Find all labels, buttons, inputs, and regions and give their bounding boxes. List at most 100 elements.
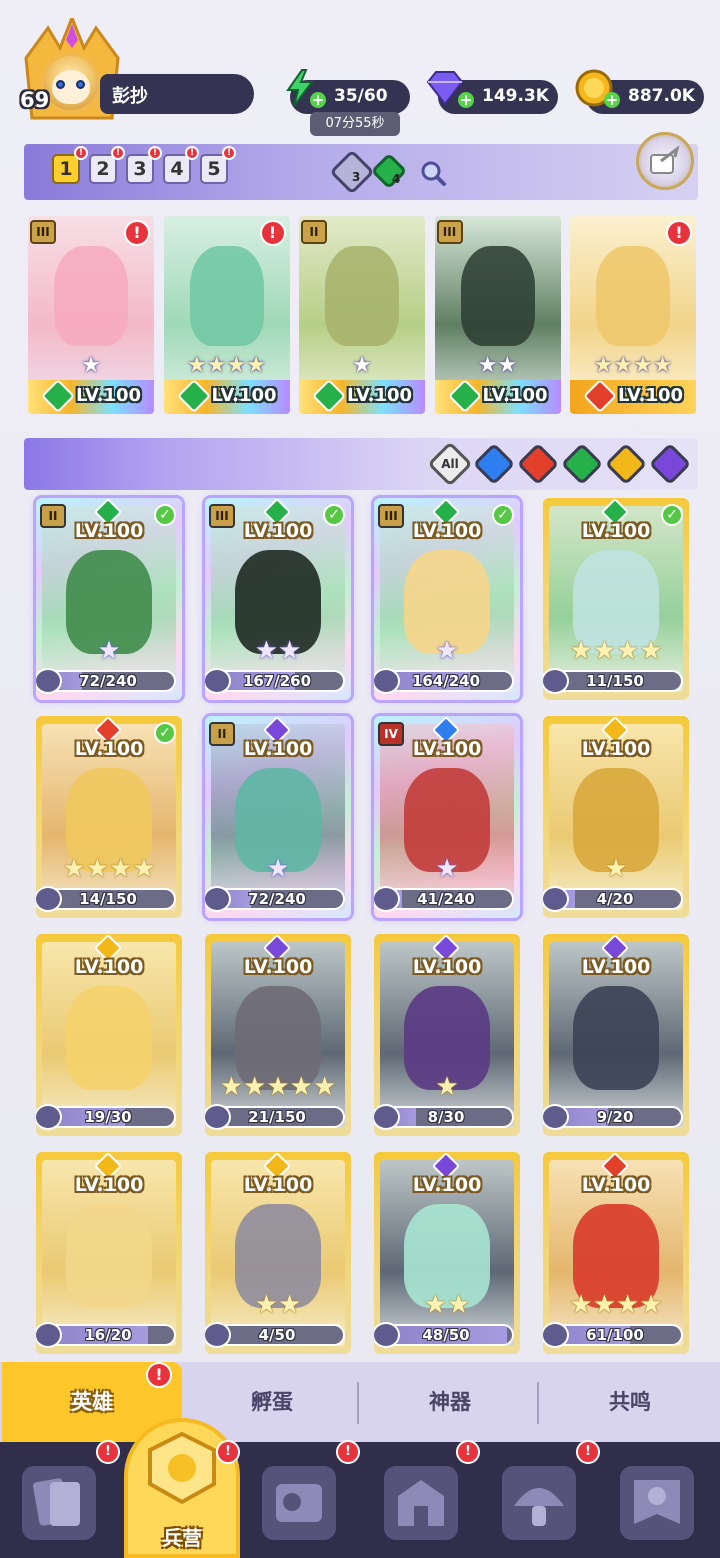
hero-card[interactable]: LV.100 II ★ 72/240 (205, 716, 351, 918)
hero-portrait (189, 246, 264, 346)
team-chip-count: 3 (352, 170, 361, 184)
star-rating: ★ (205, 854, 351, 884)
team-slot-level: LV.100 (618, 385, 684, 406)
star-icon: ★ (109, 854, 133, 884)
hero-level: LV.100 (412, 1174, 482, 1196)
hero-card[interactable]: LV.100 ★ 8/30 (374, 934, 520, 1136)
star-icon: ★ (266, 1072, 290, 1102)
star-icon: ★ (435, 636, 459, 666)
star-rating: ★★★★ (164, 353, 290, 378)
add-gold-button[interactable]: + (604, 92, 620, 108)
hero-card[interactable]: LV.100 III ✓ ★ 164/240 (374, 498, 520, 700)
share-button[interactable] (636, 132, 694, 190)
hero-card[interactable]: LV.100 II ✓ ★ 72/240 (36, 498, 182, 700)
team-slot-level: LV.100 (76, 385, 142, 406)
star-icon: ★ (132, 854, 156, 884)
hero-card[interactable]: LV.100 ★★★★★ 21/150 (205, 934, 351, 1136)
map-icon[interactable] (262, 1466, 336, 1540)
star-icon: ★ (226, 353, 247, 378)
avatar-eye-icon (76, 80, 85, 89)
star-icon: ★ (289, 1072, 313, 1102)
checkmark-icon: ✓ (154, 722, 176, 744)
star-rating: ★★★★ (570, 353, 696, 378)
hero-card[interactable]: LV.100 ★★★★ 61/100 (543, 1152, 689, 1354)
star-icon: ★ (187, 353, 207, 378)
team-slot-level: LV.100 (482, 385, 548, 406)
hero-card[interactable]: LV.100 IV ★ 41/240 (374, 716, 520, 918)
hero-card[interactable]: LV.100 ★★ 48/50 (374, 1152, 520, 1354)
star-icon: ★ (243, 1072, 267, 1102)
tab-resonance[interactable]: 共鸣 (540, 1362, 720, 1442)
star-icon: ★ (616, 636, 640, 666)
hero-card[interactable]: LV.100 19/30 (36, 934, 182, 1136)
alert-icon: ! (456, 1440, 480, 1464)
star-icon: ★ (254, 636, 278, 666)
hero-level: LV.100 (243, 956, 313, 978)
player-level: 69 (20, 88, 50, 112)
player-name: 彭抄 (112, 86, 148, 107)
star-rating: ★★ (374, 1290, 520, 1320)
star-icon: ★ (604, 854, 628, 884)
team-slot[interactable]: LV.100 ★★ III (434, 216, 561, 414)
hero-level: LV.100 (581, 956, 651, 978)
star-icon: ★ (497, 353, 518, 378)
guild-banner-icon[interactable] (620, 1466, 694, 1540)
add-energy-button[interactable]: + (310, 92, 326, 108)
alert-icon: ! (74, 146, 88, 160)
star-rating: ★ (36, 636, 182, 666)
hero-card[interactable]: LV.100 III ✓ ★★ 167/260 (205, 498, 351, 700)
share-icon (650, 145, 680, 174)
hero-card[interactable]: LV.100 ✓ ★★★★ 14/150 (36, 716, 182, 918)
star-icon: ★ (266, 854, 290, 884)
star-rating: ★★ (435, 353, 561, 378)
alert-icon: ! (185, 146, 199, 160)
checkmark-icon: ✓ (154, 504, 176, 526)
rank-badge: IV (378, 722, 404, 746)
alert-icon: ! (124, 220, 150, 246)
rank-badge: III (378, 504, 404, 528)
team-chip-count: 4 (392, 172, 401, 186)
hero-level: LV.100 (581, 1174, 651, 1196)
rank-badge: II (40, 504, 66, 528)
search-icon[interactable] (418, 158, 448, 188)
alert-icon: ! (576, 1440, 600, 1464)
team-slot[interactable]: LV.100 ★ II (299, 216, 425, 414)
star-icon: ★ (477, 353, 498, 378)
star-rating: ★ (543, 854, 689, 884)
star-rating: ★★ (205, 636, 351, 666)
hero-portrait (460, 246, 535, 346)
star-icon: ★ (352, 353, 372, 378)
energy-timer: 07分55秒 (310, 112, 400, 136)
rank-badge: III (209, 504, 235, 528)
divider (357, 1382, 359, 1424)
cards-icon[interactable] (22, 1466, 96, 1540)
mushroom-icon[interactable] (502, 1466, 576, 1540)
hero-card[interactable]: LV.100 16/20 (36, 1152, 182, 1354)
hero-card[interactable]: LV.100 ✓ ★★★★ 11/150 (543, 498, 689, 700)
star-icon: ★ (81, 353, 101, 378)
star-icon: ★ (447, 1290, 471, 1320)
checkmark-icon: ✓ (323, 504, 345, 526)
alert-icon: ! (222, 146, 236, 160)
tab-artifacts[interactable]: 神器 (360, 1362, 540, 1442)
star-rating: ★★★★ (543, 1290, 689, 1320)
castle-icon[interactable] (384, 1466, 458, 1540)
star-rating: ★★ (205, 1290, 351, 1320)
star-icon: ★ (592, 1290, 616, 1320)
star-icon: ★ (85, 854, 109, 884)
hero-card[interactable]: LV.100 9/20 (543, 934, 689, 1136)
star-icon: ★ (592, 636, 616, 666)
star-icon: ★ (312, 1072, 337, 1102)
add-gem-button[interactable]: + (458, 92, 474, 108)
star-icon: ★ (569, 1290, 593, 1320)
star-rating: ★★★★ (543, 636, 689, 666)
star-icon: ★ (613, 353, 633, 378)
checkmark-icon: ✓ (661, 504, 683, 526)
gem-value: 149.3K (482, 86, 549, 106)
hero-card[interactable]: LV.100 ★ 4/20 (543, 716, 689, 918)
star-rating: ★★★★ (36, 854, 182, 884)
team-slot-level: LV.100 (211, 385, 277, 406)
hero-level: LV.100 (74, 1174, 144, 1196)
hero-card[interactable]: LV.100 ★★ 4/50 (205, 1152, 351, 1354)
star-rating: ★ (28, 353, 154, 378)
